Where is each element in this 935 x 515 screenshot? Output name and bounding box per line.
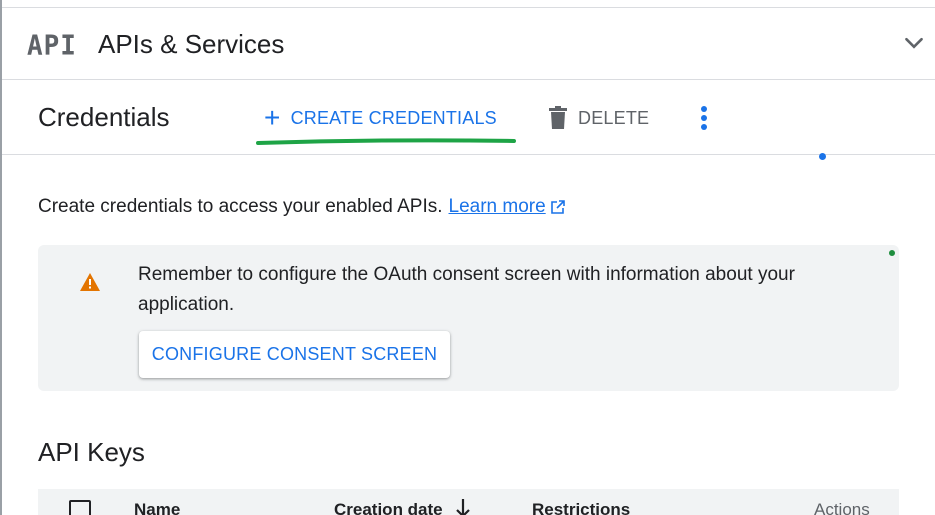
app-header: API APIs & Services: [2, 8, 935, 80]
page-title: Credentials: [38, 102, 170, 132]
column-actions: Actions: [814, 500, 870, 515]
api-keys-table-header: Name Creation date Restrictions Actions: [38, 489, 899, 515]
api-logo: API: [27, 30, 77, 62]
add-icon: +: [264, 102, 281, 133]
banner-message: Remember to configure the OAuth consent …: [138, 264, 795, 315]
credentials-toolbar: Credentials + CREATE CREDENTIALS DELETE: [2, 81, 935, 155]
status-dot: [889, 250, 895, 256]
highlight-underline: [256, 138, 516, 145]
configure-consent-screen-button[interactable]: CONFIGURE CONSENT SCREEN: [139, 331, 450, 378]
create-credentials-button[interactable]: + CREATE CREDENTIALS: [264, 104, 497, 132]
column-creation-date-label: Creation date: [334, 500, 443, 515]
more-vert-icon[interactable]: [692, 103, 716, 133]
oauth-warning-banner: Remember to configure the OAuth consent …: [38, 245, 899, 391]
app-title: APIs & Services: [98, 29, 285, 59]
open-in-new-icon[interactable]: [550, 199, 566, 215]
learn-more-link[interactable]: Learn more: [449, 196, 546, 218]
intro-line: Create credentials to access your enable…: [38, 196, 566, 218]
create-credentials-label: CREATE CREDENTIALS: [290, 107, 497, 128]
intro-text: Create credentials to access your enable…: [38, 196, 443, 217]
api-keys-title: API Keys: [38, 437, 145, 467]
arrow-down-icon[interactable]: [455, 498, 471, 515]
warning-icon: [80, 273, 100, 291]
app-frame: API APIs & Services Credentials + CREATE…: [0, 0, 935, 515]
delete-button[interactable]: DELETE: [548, 104, 649, 132]
trash-icon: [549, 106, 567, 129]
chevron-down-icon[interactable]: [901, 30, 927, 56]
column-restrictions: Restrictions: [532, 500, 631, 515]
indicator-dot: [819, 153, 826, 160]
column-name[interactable]: Name: [134, 500, 180, 515]
column-creation-date[interactable]: Creation date: [334, 498, 471, 515]
delete-label: DELETE: [578, 107, 650, 128]
select-all-checkbox[interactable]: [69, 500, 91, 515]
